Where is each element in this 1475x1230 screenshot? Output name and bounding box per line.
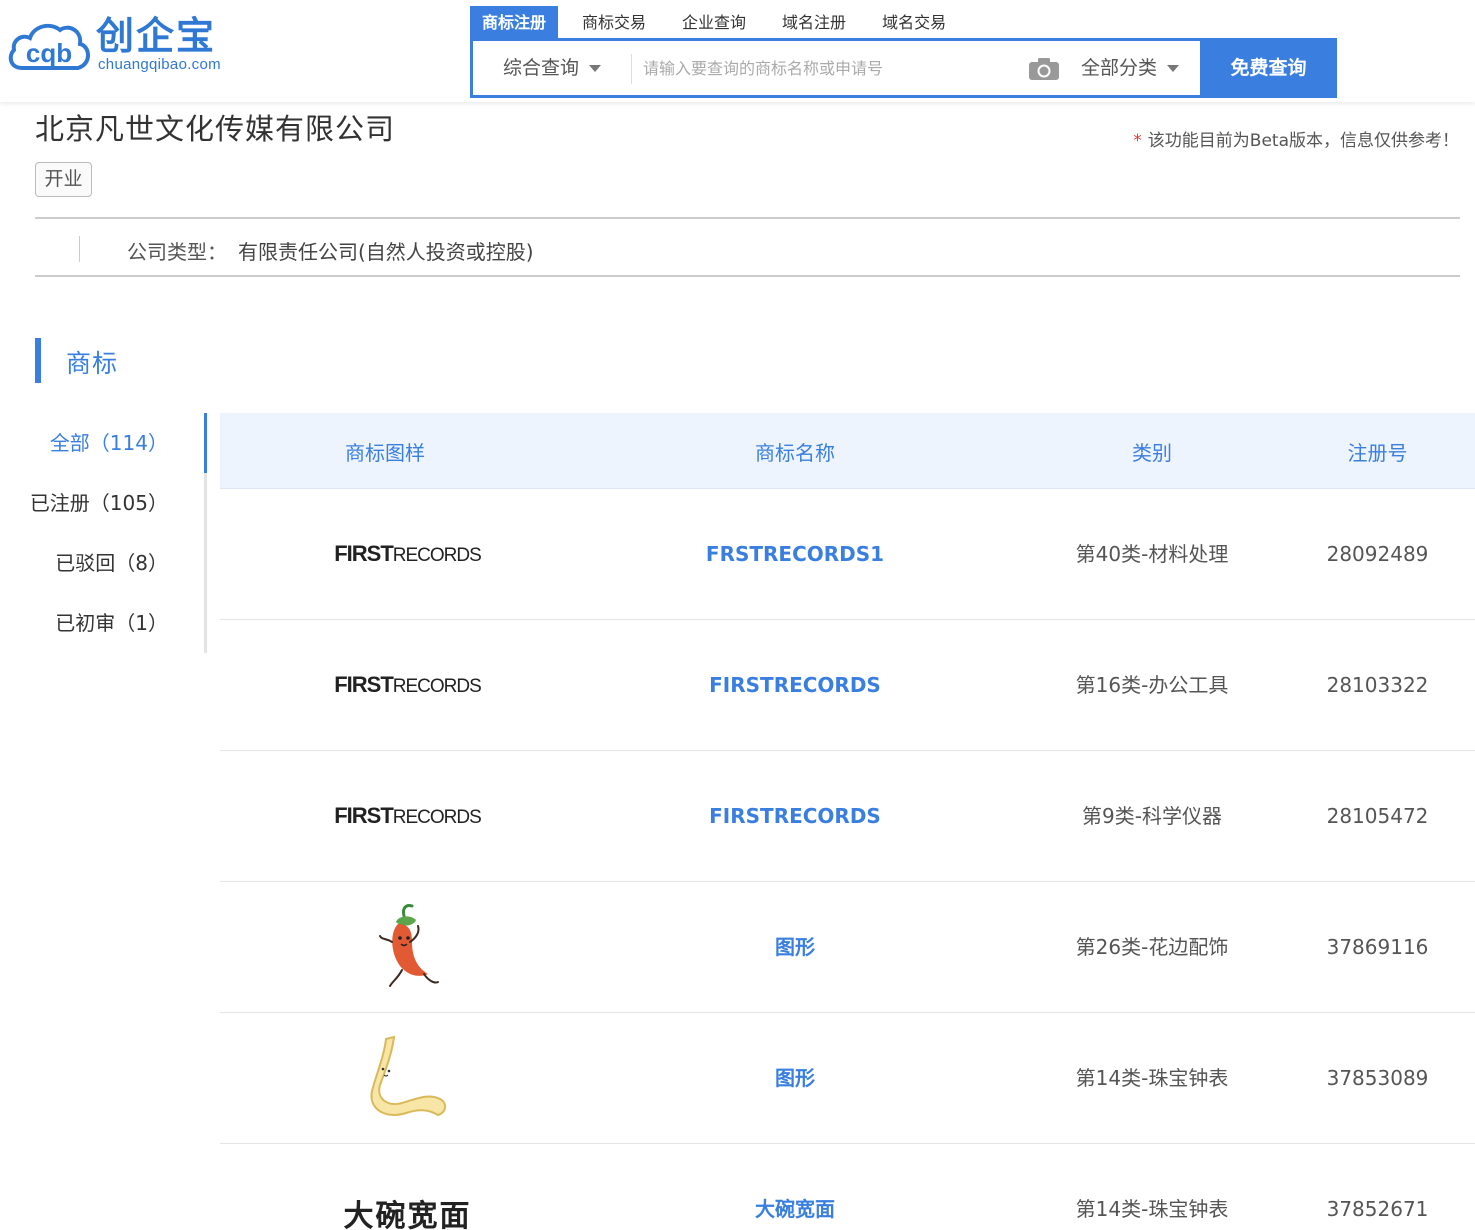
- table-header: 商标图样 商标名称 类别 注册号: [220, 413, 1475, 489]
- free-search-button[interactable]: 免费查询: [1200, 38, 1337, 98]
- trademark-class: 第40类-材料处理: [1075, 542, 1229, 566]
- status-badge: 开业: [35, 162, 92, 197]
- col-header-name: 商标名称: [755, 441, 835, 465]
- trademark-reg-no: 37853089: [1326, 1066, 1429, 1090]
- search-box: 综合查询 全部分类 免费查询: [470, 38, 1337, 98]
- filter-all[interactable]: 全部（114）: [50, 413, 168, 473]
- trademark-class: 第9类-科学仪器: [1082, 804, 1222, 828]
- trademark-reg-no: 28103322: [1326, 673, 1429, 697]
- trademark-name-link[interactable]: 图形: [580, 1013, 1010, 1143]
- col-header-image: 商标图样: [345, 441, 425, 465]
- noodle-icon: [370, 1035, 446, 1117]
- company-type-value: 有限责任公司(自然人投资或控股): [238, 240, 534, 264]
- section-accent-bar: [35, 338, 41, 383]
- company-name: 北京凡世文化传媒有限公司: [35, 112, 396, 146]
- search-type-label: 综合查询: [503, 57, 580, 79]
- text-logo: 大碗宽面: [343, 1199, 472, 1230]
- firstrecords-logo: FIRST RECORDS: [334, 803, 482, 828]
- filter-rejected[interactable]: 已驳回（8）: [55, 533, 168, 593]
- section-title-trademark: 商标: [66, 349, 119, 378]
- table-row[interactable]: FIRST RECORDS FIRSTRECORDS 第16类-办公工具 2810…: [220, 620, 1475, 751]
- nav-tab-trademark-register[interactable]: 商标注册: [470, 6, 559, 39]
- company-info-row: 公司类型： 有限责任公司(自然人投资或控股): [35, 220, 1460, 275]
- status-filter-list: 全部（114） 已注册（105） 已驳回（8） 已初审（1）: [0, 413, 207, 653]
- nav-tabs: 商标注册 商标交易 企业查询 域名注册 域名交易: [470, 6, 964, 39]
- firstrecords-logo: FIRST RECORDS: [334, 541, 482, 566]
- trademark-reg-no: 28092489: [1326, 542, 1429, 566]
- trademark-image[interactable]: 大碗宽面: [220, 1144, 595, 1230]
- trademark-image[interactable]: [220, 882, 595, 1012]
- top-header: cqb 创企宝 chuangqibao.com 商标注册 商标交易 企业查询 域…: [0, 0, 1475, 102]
- trademark-image[interactable]: FIRST RECORDS: [220, 751, 595, 881]
- svg-text:cqb: cqb: [26, 38, 72, 68]
- search-divider: [631, 54, 632, 84]
- table-row[interactable]: FIRST RECORDS FRSTRECORDS1 第40类-材料处理 2809…: [220, 489, 1475, 620]
- nav-tab-domain-register[interactable]: 域名注册: [764, 6, 864, 39]
- trademark-name-link[interactable]: FIRSTRECORDS: [580, 620, 1010, 750]
- col-header-class: 类别: [1132, 441, 1172, 465]
- camera-icon[interactable]: [1028, 57, 1060, 81]
- trademark-image[interactable]: FIRST RECORDS: [220, 489, 595, 619]
- trademark-table: 商标图样 商标名称 类别 注册号 FIRST RECORDS FRSTRECORD…: [220, 413, 1475, 1230]
- pepper-icon: [378, 904, 439, 987]
- chevron-down-icon: [589, 65, 602, 72]
- search-type-dropdown[interactable]: 综合查询: [503, 41, 602, 95]
- trademark-reg-no: 28105472: [1326, 804, 1429, 828]
- category-label: 全部分类: [1081, 57, 1158, 79]
- filter-preliminary[interactable]: 已初审（1）: [55, 593, 168, 653]
- trademark-name-link[interactable]: 大碗宽面: [580, 1144, 1010, 1230]
- warning-star: *: [1133, 131, 1142, 151]
- brand-name: 创企宝: [96, 14, 217, 58]
- divider-bottom: [35, 275, 1460, 277]
- nav-tab-trademark-trade[interactable]: 商标交易: [564, 6, 664, 39]
- chevron-down-icon: [1167, 65, 1180, 72]
- nav-tab-domain-trade[interactable]: 域名交易: [864, 6, 964, 39]
- company-type-label: 公司类型：: [127, 240, 227, 264]
- table-row[interactable]: FIRST RECORDS FIRSTRECORDS 第9类-科学仪器 28105…: [220, 751, 1475, 882]
- trademark-class: 第14类-珠宝钟表: [1075, 1197, 1229, 1221]
- divider-top: [35, 217, 1460, 219]
- trademark-name-link[interactable]: 图形: [580, 882, 1010, 1012]
- filter-registered[interactable]: 已注册（105）: [30, 473, 168, 533]
- col-header-reg-no: 注册号: [1347, 441, 1408, 465]
- search-input[interactable]: [643, 49, 1013, 87]
- table-row[interactable]: 图形 第26类-花边配饰 37869116: [220, 882, 1475, 1013]
- info-separator: [79, 236, 80, 262]
- cloud-logo-icon: cqb: [8, 23, 90, 70]
- trademark-name-link[interactable]: FIRSTRECORDS: [580, 751, 1010, 881]
- filter-active-indicator: [204, 413, 207, 473]
- brand-domain: chuangqibao.com: [98, 56, 221, 73]
- trademark-class: 第14类-珠宝钟表: [1075, 1066, 1229, 1090]
- beta-notice: * 该功能目前为Beta版本，信息仅供参考！: [1133, 126, 1459, 151]
- trademark-name-link[interactable]: FRSTRECORDS1: [580, 489, 1010, 619]
- trademark-image[interactable]: [220, 1013, 595, 1143]
- beta-notice-text: 该功能目前为Beta版本，信息仅供参考！: [1147, 131, 1459, 151]
- trademark-class: 第16类-办公工具: [1075, 673, 1229, 697]
- trademark-class: 第26类-花边配饰: [1075, 935, 1229, 959]
- trademark-reg-no: 37869116: [1326, 935, 1429, 959]
- trademark-image[interactable]: FIRST RECORDS: [220, 620, 595, 750]
- firstrecords-logo: FIRST RECORDS: [334, 672, 482, 697]
- table-row[interactable]: 大碗宽面 大碗宽面 第14类-珠宝钟表 37852671: [220, 1144, 1475, 1230]
- table-row[interactable]: 图形 第14类-珠宝钟表 37853089: [220, 1013, 1475, 1144]
- category-dropdown[interactable]: 全部分类: [1081, 41, 1180, 95]
- nav-tab-company-query[interactable]: 企业查询: [664, 6, 764, 39]
- trademark-reg-no: 37852671: [1326, 1197, 1429, 1221]
- site-logo[interactable]: cqb 创企宝 chuangqibao.com: [6, 14, 256, 80]
